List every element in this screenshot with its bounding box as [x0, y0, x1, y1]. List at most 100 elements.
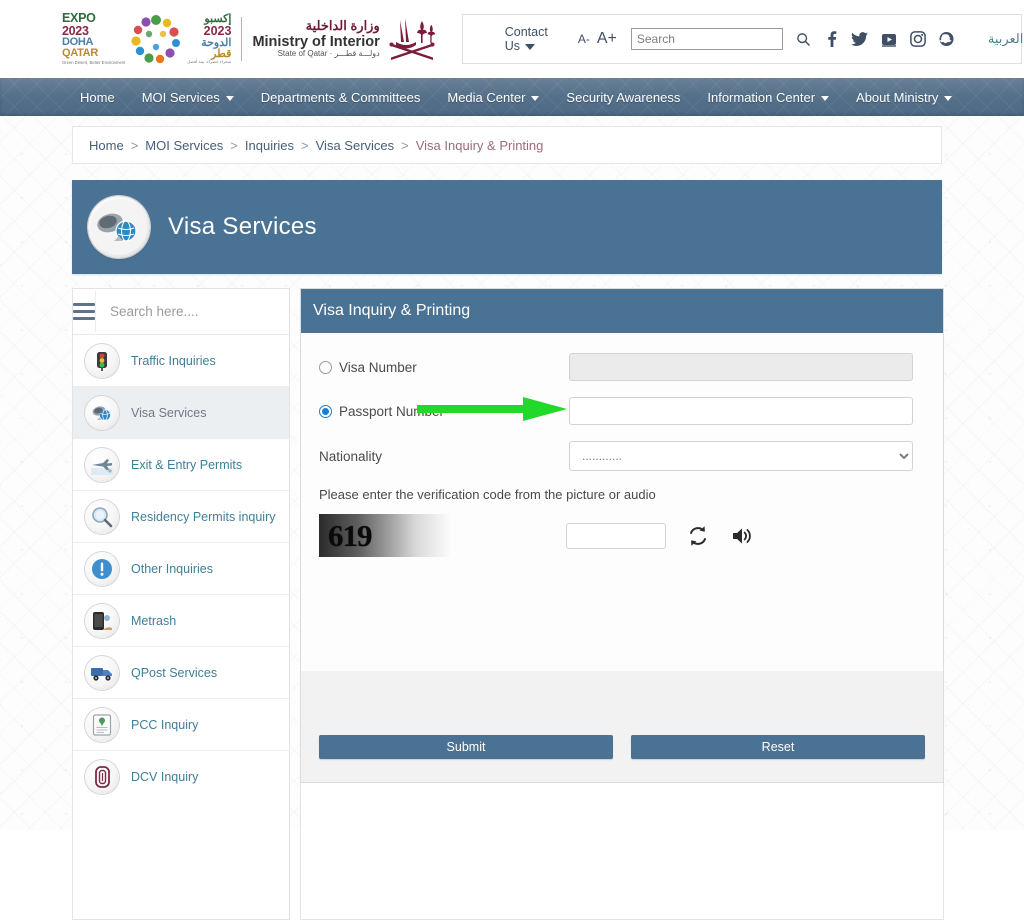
sidebar-search-input[interactable]: [96, 289, 289, 334]
nationality-label: Nationality: [319, 448, 383, 464]
form-action-row: Submit Reset: [301, 712, 943, 782]
expo-logo-ar-text: إكسبو 2023 الدوحة قطر صحراء خضراء، بيئة …: [187, 14, 231, 64]
sidebar-item-label: Metrash: [131, 613, 177, 628]
header-search-input[interactable]: [630, 28, 783, 50]
nav-item-departments-committees[interactable]: Departments & Committees: [261, 90, 421, 105]
facebook-icon[interactable]: [824, 31, 838, 47]
mobile-phone-icon: [85, 603, 119, 638]
qatar-emblem-icon: [386, 12, 438, 66]
breadcrumb: Home > MOI Services > Inquiries > Visa S…: [72, 126, 942, 164]
visa-globe-icon: [85, 395, 119, 430]
submit-button[interactable]: Submit: [319, 735, 613, 759]
visa-globe-icon: [88, 196, 150, 258]
nationality-select[interactable]: ............: [569, 441, 913, 471]
nav-item-information-center[interactable]: Information Center: [707, 89, 830, 105]
sidebar-item-other-inquiries[interactable]: Other Inquiries: [73, 543, 289, 595]
sidebar-item-visa-services[interactable]: Visa Services: [73, 387, 289, 439]
magnifier-icon: [85, 499, 119, 534]
passport-number-label-group: Passport Number: [319, 404, 569, 419]
sidebar-item-label: Residency Permits inquiry: [131, 509, 276, 524]
sidebar-item-metrash[interactable]: Metrash: [73, 595, 289, 647]
sidebar-item-qpost-services[interactable]: QPost Services: [73, 647, 289, 699]
page-content: Home > MOI Services > Inquiries > Visa S…: [0, 116, 1024, 920]
expo-2023-logo[interactable]: EXPO 2023 DOHA QATAR Green Desert, Bette…: [62, 12, 231, 66]
content-filler-area: [300, 783, 944, 920]
main-navigation: Home MOI Services Departments & Committe…: [0, 78, 1024, 116]
sidebar-item-exit-entry-permits[interactable]: Exit & Entry Permits: [73, 439, 289, 491]
visa-number-label: Visa Number: [339, 359, 417, 375]
hamburger-menu-icon[interactable]: [73, 290, 96, 333]
sidebar-item-label: Visa Services: [131, 405, 207, 420]
services-sidebar: Traffic Inquiries Visa Services Exit & E…: [72, 288, 290, 920]
font-decrease-button[interactable]: A-: [578, 32, 590, 46]
page-title: Visa Services: [168, 213, 317, 240]
passport-number-row: Passport Number: [319, 397, 925, 425]
nav-item-security-awareness[interactable]: Security Awareness: [566, 90, 680, 105]
sidebar-item-label: PCC Inquiry: [131, 717, 199, 732]
nav-item-home[interactable]: Home: [80, 90, 115, 105]
twitter-icon[interactable]: [850, 31, 868, 47]
nav-label: Information Center: [707, 89, 816, 105]
chevron-down-icon: [225, 95, 234, 101]
youtube-icon[interactable]: [881, 31, 897, 47]
sidebar-item-label: Traffic Inquiries: [131, 353, 216, 368]
breadcrumb-item-moi-services[interactable]: MOI Services: [145, 138, 223, 153]
chevron-down-icon: [944, 95, 953, 101]
snapchat-icon[interactable]: [939, 31, 954, 47]
expo-flower-wreath-icon: [129, 12, 183, 66]
breadcrumb-separator: >: [230, 137, 238, 153]
breadcrumb-separator: >: [301, 137, 309, 153]
verification-instruction: Please enter the verification code from …: [319, 487, 656, 502]
nav-label: Departments & Committees: [260, 89, 421, 105]
contact-us-link[interactable]: Contact Us: [505, 25, 548, 53]
visa-number-label-group: Visa Number: [319, 360, 569, 375]
captcha-row: 619: [319, 514, 925, 557]
breadcrumb-item-current: Visa Inquiry & Printing: [415, 137, 544, 153]
logo-divider: [241, 17, 243, 61]
sidebar-item-residency-permits-inquiry[interactable]: Residency Permits inquiry: [73, 491, 289, 543]
nav-item-moi-services[interactable]: MOI Services: [142, 90, 234, 105]
nationality-label-group: Nationality: [319, 449, 569, 464]
breadcrumb-separator: >: [401, 137, 409, 153]
form-panel-header: Visa Inquiry & Printing: [301, 289, 943, 333]
nav-item-media-center[interactable]: Media Center: [447, 90, 540, 105]
chevron-down-icon: [531, 95, 540, 101]
nationality-row: Nationality ............: [319, 441, 925, 471]
sidebar-item-traffic-inquiries[interactable]: Traffic Inquiries: [73, 335, 289, 387]
font-increase-button[interactable]: A+: [597, 30, 617, 48]
passport-number-radio[interactable]: [319, 404, 332, 418]
expo-logo-en-text: EXPO 2023 DOHA QATAR Green Desert, Bette…: [62, 12, 125, 65]
reset-button[interactable]: Reset: [631, 735, 925, 759]
breadcrumb-item-home[interactable]: Home: [89, 138, 124, 153]
nav-label: Security Awareness: [566, 89, 681, 105]
passport-number-label: Passport Number: [339, 403, 445, 419]
breadcrumb-item-visa-services[interactable]: Visa Services: [316, 138, 395, 153]
breadcrumb-item-inquiries[interactable]: Inquiries: [245, 138, 294, 153]
chevron-down-icon: [525, 43, 536, 50]
sidebar-item-dcv-inquiry[interactable]: DCV Inquiry: [73, 751, 289, 803]
form-panel-body: Visa Number Passport Number Nationality …: [301, 333, 943, 671]
expo-line-4: QATAR: [62, 47, 98, 60]
passport-number-input[interactable]: [569, 397, 913, 425]
sidebar-item-label: Exit & Entry Permits: [131, 457, 243, 472]
captcha-code-text: 619: [328, 517, 372, 553]
arabic-language-link[interactable]: العربية: [988, 31, 1024, 47]
nav-label: MOI Services: [141, 89, 220, 105]
search-icon[interactable]: [796, 32, 811, 47]
visa-number-input[interactable]: [569, 353, 913, 381]
visa-number-radio[interactable]: [319, 360, 332, 374]
form-panel-title: Visa Inquiry & Printing: [313, 302, 471, 319]
breadcrumb-separator: >: [130, 137, 139, 153]
sidebar-item-label: QPost Services: [131, 665, 218, 680]
instagram-icon[interactable]: [909, 31, 926, 47]
refresh-icon[interactable]: [686, 524, 710, 548]
captcha-image: 619: [319, 514, 453, 557]
logo-zone: EXPO 2023 DOHA QATAR Green Desert, Bette…: [0, 0, 438, 78]
speaker-icon[interactable]: [730, 524, 754, 548]
delivery-truck-icon: [85, 655, 119, 690]
sidebar-item-pcc-inquiry[interactable]: PCC Inquiry: [73, 699, 289, 751]
nav-item-about-ministry[interactable]: About Ministry: [856, 90, 953, 105]
captcha-input[interactable]: [566, 522, 666, 549]
airplane-icon: [85, 447, 119, 482]
ministry-wordmark[interactable]: وزارة الداخلية Ministry of Interior Stat…: [252, 19, 379, 59]
